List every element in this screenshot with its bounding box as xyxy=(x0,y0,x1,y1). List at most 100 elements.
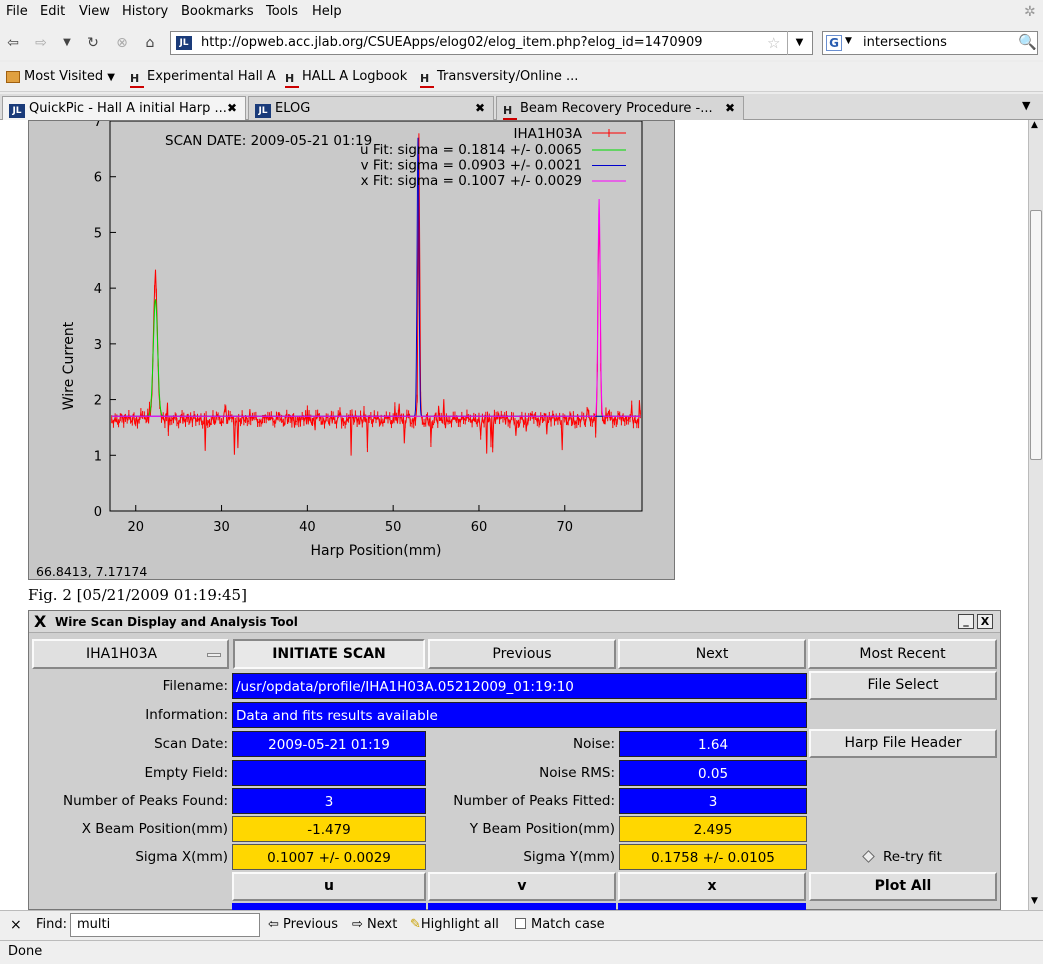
x-axis-label: Harp Position(mm) xyxy=(311,543,442,559)
url-bar[interactable]: JL http://opweb.acc.jlab.org/CSUEApps/el… xyxy=(170,31,813,55)
highlight-all-button[interactable]: ✎Highlight all xyxy=(410,917,499,932)
tab-bar: JL QuickPic - Hall A initial Harp ... ✖ JL… xyxy=(0,94,1043,121)
initiate-scan-button[interactable]: INITIATE SCAN xyxy=(233,639,425,669)
match-case-checkbox[interactable]: Match case xyxy=(515,917,605,932)
find-input[interactable]: multi xyxy=(70,913,260,937)
bookmark-star-icon[interactable]: ☆ xyxy=(767,34,780,52)
file-select-button[interactable]: File Select xyxy=(809,671,997,700)
history-dropdown-icon[interactable]: ▼ xyxy=(56,33,78,53)
retry-fit-toggle[interactable]: Re-try fit xyxy=(862,849,942,865)
noise-rms-label: Noise RMS: xyxy=(539,765,615,781)
scan-date-label: Scan Date: xyxy=(154,736,228,752)
page-content: 20 30 40 50 60 70 0 1 2 3 4 5 6 7 Harp Position(mm) Wir… xyxy=(0,120,1028,910)
plot-scan-date: SCAN DATE: 2009-05-21 01:19 xyxy=(165,133,373,149)
wire-scan-tool: X Wire Scan Display and Analysis Tool _ … xyxy=(28,610,1001,910)
menu-help[interactable]: Help xyxy=(312,4,342,19)
y-tick-label: 2 xyxy=(94,394,102,409)
x11-icon: X xyxy=(34,612,47,631)
find-previous-button[interactable]: ⇦ Previous xyxy=(268,917,338,932)
chart-svg: 20 30 40 50 60 70 0 1 2 3 4 5 6 7 Harp Position(mm) Wir… xyxy=(61,121,643,559)
folder-icon xyxy=(6,71,20,83)
menu-edit[interactable]: Edit xyxy=(40,4,65,19)
menu-bar: File Edit View History Bookmarks Tools H… xyxy=(0,0,1043,26)
search-engine-dropdown-icon[interactable]: ▼ xyxy=(845,36,852,46)
y-axis-label: Wire Current xyxy=(61,321,77,410)
home-icon[interactable]: ⌂ xyxy=(139,33,161,53)
x-tick-label: 30 xyxy=(213,520,230,535)
back-icon[interactable]: ⇦ xyxy=(2,33,24,53)
forward-icon[interactable]: ⇨ xyxy=(30,33,52,53)
x-tick-label: 70 xyxy=(557,520,574,535)
stop-icon[interactable]: ⊗ xyxy=(111,33,133,53)
most-recent-button[interactable]: Most Recent xyxy=(808,639,997,669)
tab-quickpic[interactable]: JL QuickPic - Hall A initial Harp ... ✖ xyxy=(2,96,246,121)
bookmarks-toolbar: Most Visited ▼ H Experimental Hall A H HAL… xyxy=(0,62,1043,92)
find-label: Find: xyxy=(36,917,68,932)
status-text: Done xyxy=(8,944,43,959)
y-tick-label: 4 xyxy=(94,282,102,297)
close-tab-icon[interactable]: ✖ xyxy=(227,101,237,115)
peaks-found-field: 3 xyxy=(232,788,426,814)
plot-all-button[interactable]: Plot All xyxy=(809,872,997,901)
filename-field[interactable]: /usr/opdata/profile/IHA1H03A.05212009_01… xyxy=(232,673,807,699)
x-tick-label: 50 xyxy=(385,520,402,535)
legend-entry-u: u Fit: sigma = 0.1814 +/- 0.0065 xyxy=(360,142,582,158)
harp-file-header-button[interactable]: Harp File Header xyxy=(809,729,997,758)
arrow-right-icon: ⇨ xyxy=(352,917,363,932)
legend-entry-x: x Fit: sigma = 0.1007 +/- 0.0029 xyxy=(361,173,582,189)
find-next-button[interactable]: ⇨ Next xyxy=(352,917,397,932)
bookmark-most-visited[interactable]: Most Visited ▼ xyxy=(6,69,115,84)
search-bar[interactable]: G ▼ intersections 🔍 xyxy=(822,31,1038,55)
bookmark-transversity-online[interactable]: H Transversity/Online ... xyxy=(420,69,578,88)
scroll-down-icon[interactable]: ▼ xyxy=(1031,896,1038,906)
vertical-scrollbar[interactable]: ▲ ▼ xyxy=(1028,120,1043,910)
menu-view[interactable]: View xyxy=(79,4,110,19)
close-find-icon[interactable]: × xyxy=(10,917,22,933)
previous-button[interactable]: Previous xyxy=(428,639,616,669)
menu-bookmarks[interactable]: Bookmarks xyxy=(181,4,254,19)
site-favicon-icon: JL xyxy=(176,36,192,50)
diamond-radio-icon xyxy=(862,850,875,863)
y-tick-label: 7 xyxy=(94,121,102,130)
scan-date-field: 2009-05-21 01:19 xyxy=(232,731,426,757)
y-tick-label: 3 xyxy=(94,338,102,353)
menu-history[interactable]: History xyxy=(122,4,168,19)
harp-scan-plot: 20 30 40 50 60 70 0 1 2 3 4 5 6 7 Harp Position(mm) Wir… xyxy=(28,120,675,580)
peaks-found-label: Number of Peaks Found: xyxy=(63,793,228,809)
y-tick-label: 5 xyxy=(94,226,102,241)
tab-list-icon[interactable]: ▼ xyxy=(1022,99,1030,112)
highlighter-icon: ✎ xyxy=(410,917,421,932)
reload-icon[interactable]: ↻ xyxy=(82,33,104,53)
url-dropdown-icon[interactable]: ▼ xyxy=(787,31,811,55)
close-button[interactable]: X xyxy=(977,614,993,629)
tab-elog[interactable]: JL ELOG ✖ xyxy=(248,96,494,120)
v-button[interactable]: v xyxy=(428,872,616,901)
menu-tools[interactable]: Tools xyxy=(266,4,298,19)
y-tick-label: 1 xyxy=(94,449,102,464)
hall-icon: H xyxy=(503,105,517,120)
menu-file[interactable]: File xyxy=(6,4,28,19)
close-tab-icon[interactable]: ✖ xyxy=(725,101,735,115)
checkbox-icon xyxy=(515,918,526,929)
y-beam-label: Y Beam Position(mm) xyxy=(469,821,615,837)
hall-icon: H xyxy=(420,73,434,88)
harp-select[interactable]: IHA1H03A xyxy=(32,639,229,669)
tab-beam-recovery[interactable]: H Beam Recovery Procedure -... ✖ xyxy=(496,96,744,120)
arrow-left-icon: ⇦ xyxy=(268,917,279,932)
close-tab-icon[interactable]: ✖ xyxy=(475,101,485,115)
bookmark-experimental-hall-a[interactable]: H Experimental Hall A xyxy=(130,69,276,88)
scroll-up-icon[interactable]: ▲ xyxy=(1031,120,1038,130)
u-button[interactable]: u xyxy=(232,872,426,901)
magnifier-icon[interactable]: 🔍 xyxy=(1018,33,1037,51)
sigma-x-label: Sigma X(mm) xyxy=(135,849,228,865)
y-tick-label: 6 xyxy=(94,171,102,186)
scroll-thumb[interactable] xyxy=(1030,210,1042,460)
bookmark-hall-a-logbook[interactable]: H HALL A Logbook xyxy=(285,69,407,88)
noise-rms-field: 0.05 xyxy=(619,760,807,786)
x-tick-label: 40 xyxy=(299,520,316,535)
next-button[interactable]: Next xyxy=(618,639,806,669)
google-engine-icon[interactable]: G xyxy=(826,35,842,51)
x-button[interactable]: x xyxy=(618,872,806,901)
search-input[interactable]: intersections xyxy=(863,35,947,50)
minimize-button[interactable]: _ xyxy=(958,614,974,629)
